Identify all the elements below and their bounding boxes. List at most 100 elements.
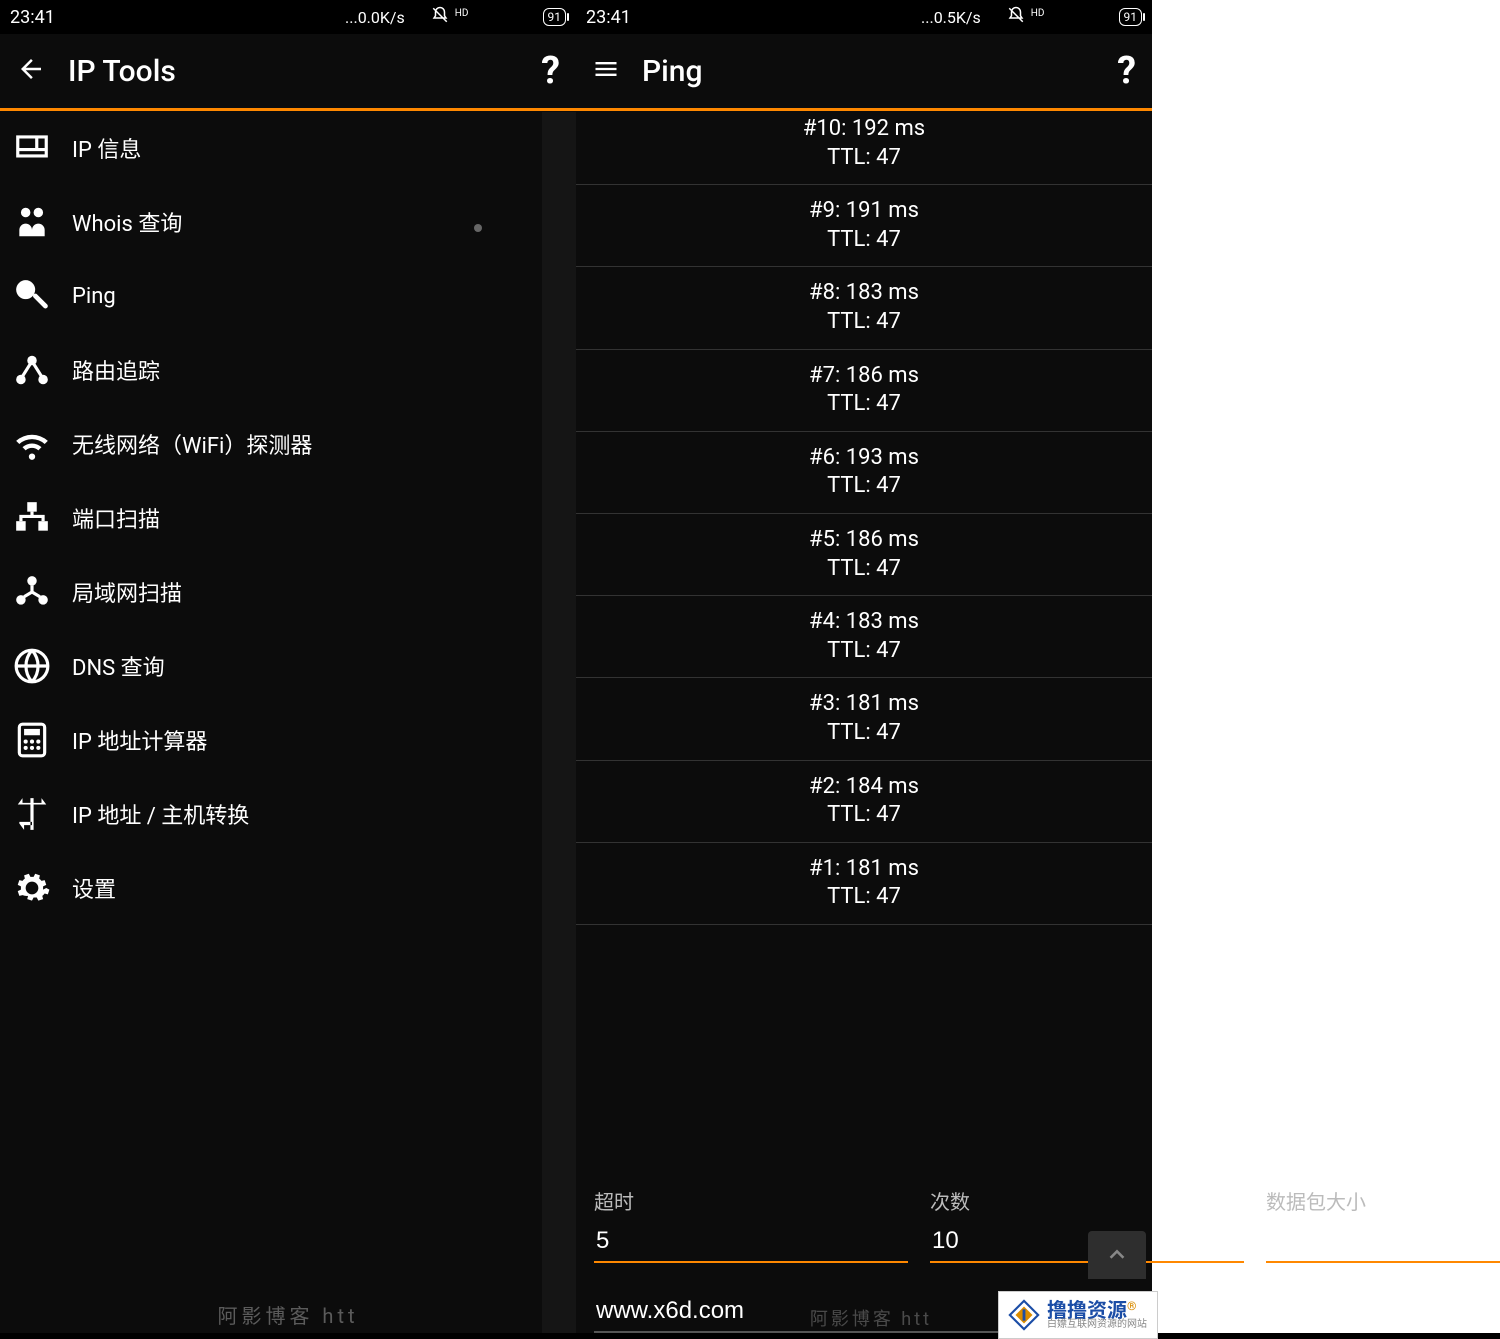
ping-line2: TTL: 47	[576, 637, 1152, 666]
menu-label: IP 信息	[72, 132, 141, 164]
signal-icon-1	[1051, 8, 1067, 27]
ping-line2: TTL: 47	[576, 801, 1152, 830]
ping-line1: #2: 184 ms	[576, 773, 1152, 802]
ping-line1: #7: 186 ms	[576, 362, 1152, 391]
ping-line2: TTL: 47	[576, 308, 1152, 337]
menu-label: 设置	[72, 872, 116, 904]
menu-wifi-scan[interactable]: 无线网络（WiFi）探测器	[0, 407, 576, 481]
menu-label: IP 地址计算器	[72, 724, 207, 756]
ping-result-row: #9: 191 ms TTL: 47	[576, 185, 1152, 267]
menu-label: DNS 查询	[72, 650, 165, 682]
status-time: 23:41	[10, 7, 55, 28]
signal-icon-1	[475, 8, 491, 27]
watermark-subtitle: 白嫖互联网资源的网站	[1047, 1320, 1147, 1330]
ping-line2: TTL: 47	[576, 226, 1152, 255]
menu-traceroute[interactable]: 路由追踪	[0, 333, 576, 407]
status-time: 23:41	[586, 7, 631, 28]
network-speed: ...0.5K/s	[921, 8, 981, 27]
menu-label: 路由追踪	[72, 354, 160, 386]
menu-ip-info[interactable]: IP 信息	[0, 111, 576, 185]
bluetooth-icon	[411, 6, 425, 28]
ping-line1: #4: 183 ms	[576, 608, 1152, 637]
menu-settings[interactable]: 设置	[0, 851, 576, 925]
lan-scan-icon	[10, 570, 54, 614]
packet-size-label: 数据包大小	[1266, 1186, 1500, 1215]
menu-ip-calc[interactable]: IP 地址计算器	[0, 703, 576, 777]
ping-results[interactable]: #10: 192 ms TTL: 47 #9: 191 ms TTL: 47 #…	[576, 111, 1152, 1176]
dns-icon	[10, 644, 54, 688]
ping-line1: #5: 186 ms	[576, 526, 1152, 555]
wifi-icon	[519, 8, 537, 27]
ping-line1: #3: 181 ms	[576, 690, 1152, 719]
menu-icon[interactable]	[592, 55, 620, 87]
timeout-field: 超时	[594, 1186, 908, 1263]
port-scan-icon	[10, 496, 54, 540]
ping-result-row: #6: 193 ms TTL: 47	[576, 432, 1152, 514]
watermark-logo: 撸撸资源® 白嫖互联网资源的网站	[998, 1291, 1158, 1339]
ping-line2: TTL: 47	[576, 719, 1152, 748]
ping-line1: #8: 183 ms	[576, 279, 1152, 308]
menu-ping[interactable]: Ping	[0, 259, 576, 333]
status-bar: 23:41 ...0.5K/s HD 91	[576, 0, 1152, 34]
menu-port-scan[interactable]: 端口扫描	[0, 481, 576, 555]
ping-line1: #10: 192 ms	[576, 115, 1152, 144]
scroll-up-button[interactable]	[1088, 1231, 1146, 1279]
host-convert-icon	[10, 792, 54, 836]
mute-icon	[431, 6, 449, 28]
ping-line1: #9: 191 ms	[576, 197, 1152, 226]
ping-line2: TTL: 47	[576, 883, 1152, 912]
app-title: IP Tools	[68, 54, 519, 89]
menu-label: 端口扫描	[72, 502, 160, 534]
app-bar: Ping ?	[576, 34, 1152, 108]
signal-icon-2	[1073, 8, 1089, 27]
menu-label: 局域网扫描	[72, 576, 182, 608]
help-icon[interactable]: ?	[541, 49, 560, 93]
menu-label: IP 地址 / 主机转换	[72, 798, 249, 830]
menu-dns[interactable]: DNS 查询	[0, 629, 576, 703]
network-speed: ...0.0K/s	[345, 8, 405, 27]
ping-result-row: #10: 192 ms TTL: 47	[576, 111, 1152, 185]
menu-whois[interactable]: Whois 查询	[0, 185, 576, 259]
app-title: Ping	[642, 54, 1095, 89]
mute-icon	[1007, 6, 1025, 28]
ping-line2: TTL: 47	[576, 390, 1152, 419]
timeout-label: 超时	[594, 1186, 908, 1215]
ping-icon	[10, 274, 54, 318]
ping-result-row: #5: 186 ms TTL: 47	[576, 514, 1152, 596]
ping-result-row: #8: 183 ms TTL: 47	[576, 267, 1152, 349]
watermark-reg: ®	[1127, 1299, 1136, 1313]
whois-icon	[10, 200, 54, 244]
count-field: 次数	[930, 1186, 1244, 1263]
packet-size-input[interactable]	[1266, 1223, 1500, 1263]
ip-info-icon	[10, 126, 54, 170]
watermark-logo-icon	[1007, 1298, 1041, 1332]
wifi-scan-icon	[10, 422, 54, 466]
count-label: 次数	[930, 1186, 1244, 1215]
battery-indicator: 91	[1119, 8, 1143, 26]
right-phone: 23:41 ...0.5K/s HD 91 Ping ? #10: 192 ms…	[576, 0, 1152, 1333]
timeout-input[interactable]	[594, 1223, 908, 1263]
menu-label: 无线网络（WiFi）探测器	[72, 428, 312, 460]
ip-calc-icon	[10, 718, 54, 762]
gap	[1152, 0, 1500, 1333]
drawer-shadow	[542, 112, 576, 1333]
ping-result-row: #4: 183 ms TTL: 47	[576, 596, 1152, 678]
ping-line2: TTL: 47	[576, 144, 1152, 173]
status-icons: ...0.5K/s HD 91	[921, 6, 1142, 28]
status-icons: ...0.0K/s HD 91	[345, 6, 566, 28]
menu-lan-scan[interactable]: 局域网扫描	[0, 555, 576, 629]
signal-hd-icon: HD	[455, 8, 469, 19]
signal-icon-2	[497, 8, 513, 27]
wifi-icon	[1095, 8, 1113, 27]
menu-host-convert[interactable]: IP 地址 / 主机转换	[0, 777, 576, 851]
ping-result-row: #7: 186 ms TTL: 47	[576, 350, 1152, 432]
app-bar: IP Tools ?	[0, 34, 576, 108]
ping-result-row: #1: 181 ms TTL: 47	[576, 843, 1152, 925]
signal-hd-icon: HD	[1031, 8, 1045, 19]
battery-indicator: 91	[543, 8, 567, 26]
help-icon[interactable]: ?	[1117, 49, 1136, 93]
back-icon[interactable]	[16, 54, 46, 88]
count-input[interactable]	[930, 1223, 1244, 1263]
ping-result-row: #2: 184 ms TTL: 47	[576, 761, 1152, 843]
traceroute-icon	[10, 348, 54, 392]
